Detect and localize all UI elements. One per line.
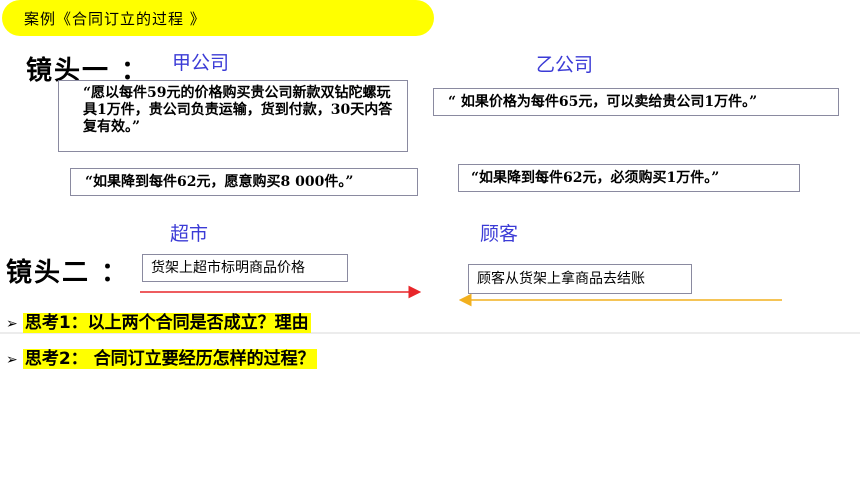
arrow-bullet-icon: ➢ xyxy=(6,352,18,368)
question-2-text: 思考2： 合同订立要经历怎样的过程？ xyxy=(22,349,317,369)
arrows-layer xyxy=(0,285,860,334)
arrow-bullet-icon: ➢ xyxy=(6,316,18,332)
question-1-text: 思考1：以上两个合同是否成立？理由 xyxy=(22,313,311,333)
question-2: ➢ 思考2： 合同订立要经历怎样的过程？ xyxy=(6,344,317,369)
question-1: ➢ 思考1：以上两个合同是否成立？理由 xyxy=(6,308,311,333)
